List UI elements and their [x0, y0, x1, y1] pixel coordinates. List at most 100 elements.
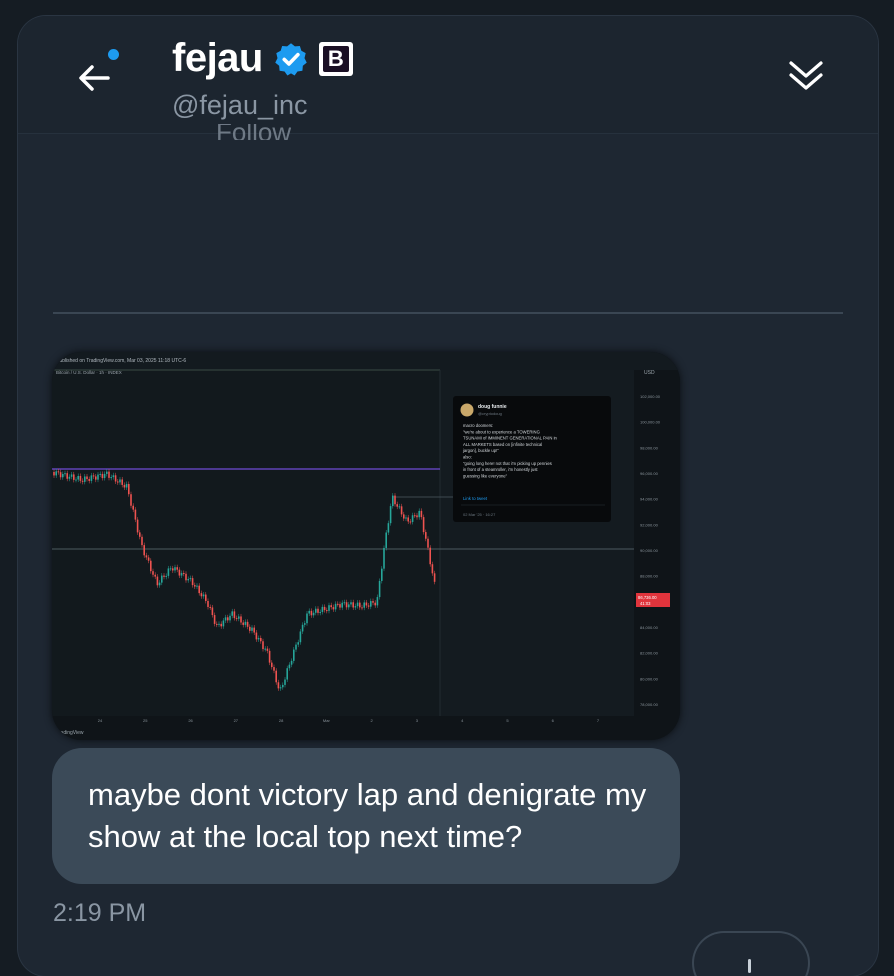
candle-body [396, 504, 398, 507]
candle-body [323, 606, 326, 611]
candle-body [191, 578, 194, 586]
profile-handle[interactable]: @fejau_inc [172, 90, 308, 121]
price-tick-label: 98,000.00 [640, 445, 659, 450]
candle-body [103, 473, 106, 479]
embedded-tweet-line: jargon], buckle up!" [462, 448, 499, 453]
candle-body [297, 642, 299, 645]
candle-body [416, 515, 418, 518]
candle-body [321, 606, 324, 612]
candle-body [381, 568, 383, 581]
double-chevron-down-icon [789, 61, 823, 90]
section-divider [53, 312, 843, 314]
candle-body [156, 576, 159, 586]
embedded-tweet-line: macro doomers: [463, 423, 493, 428]
chart-footer-brand: TradingView [56, 730, 84, 736]
candle-body [279, 687, 282, 689]
fab-icon [748, 959, 751, 973]
candle-body [394, 495, 396, 505]
candle-body [304, 623, 306, 625]
back-button[interactable] [74, 58, 114, 98]
tradingview-chart: Published on TradingView.com, Mar 03, 20… [52, 352, 680, 740]
candle-body [59, 472, 62, 478]
candle-body [139, 532, 141, 537]
candle-body [262, 641, 264, 650]
candle-body [431, 564, 434, 574]
candle-body [405, 517, 407, 519]
candle-body [125, 483, 128, 488]
candle-body [246, 621, 249, 627]
price-tick-label: 102,000.00 [640, 394, 661, 399]
candle-body [211, 607, 214, 616]
candle-body [57, 471, 60, 473]
candle-body [172, 568, 174, 571]
candle-body [378, 580, 381, 598]
candle-body [433, 573, 436, 582]
candle-body [306, 613, 308, 624]
candle-body [361, 607, 363, 609]
candle-body [189, 578, 192, 580]
floating-action-button[interactable] [694, 933, 808, 976]
candle-body [372, 601, 374, 603]
chart-screenshot-attachment[interactable]: Published on TradingView.com, Mar 03, 20… [52, 352, 680, 740]
candle-body [264, 648, 266, 650]
price-tick-label: 94,000.00 [640, 497, 659, 502]
candle-body [354, 606, 357, 608]
candle-body [128, 483, 130, 495]
candle-body [220, 623, 222, 627]
price-tick-label: 88,000.00 [640, 574, 659, 579]
candle-body [293, 649, 295, 661]
embedded-tweet-line: also: [463, 455, 472, 460]
date-tick-label: 25 [143, 718, 148, 723]
candle-body [343, 602, 346, 604]
candle-body [356, 602, 359, 607]
date-tick-label: Mar [323, 718, 331, 723]
candle-body [119, 479, 121, 483]
candle-body [427, 538, 429, 548]
candle-body [429, 547, 431, 565]
candle-body [205, 594, 207, 601]
candle-body [345, 602, 348, 608]
message-bubble[interactable]: maybe dont victory lap and denigrate my … [52, 748, 680, 884]
profile-name-row[interactable]: fejau B [172, 36, 353, 81]
candle-body [185, 573, 187, 581]
candle-body [53, 472, 55, 476]
candle-body [310, 610, 313, 616]
blue-dot-icon [108, 49, 119, 60]
chart-published-line: Published on TradingView.com, Mar 03, 20… [56, 358, 186, 364]
candle-body [180, 573, 183, 576]
candle-body [200, 593, 203, 597]
candle-body [183, 573, 185, 575]
collapse-button[interactable] [786, 56, 826, 96]
embedded-tweet-handle: @cryptodoug [478, 411, 502, 416]
candle-body [409, 521, 412, 523]
candle-body [328, 605, 330, 611]
candle-body [420, 510, 423, 518]
candle-body [86, 476, 88, 480]
candle-body [301, 624, 304, 632]
candle-body [359, 602, 361, 608]
candle-body [273, 667, 275, 671]
profile-name[interactable]: fejau [172, 36, 263, 81]
candle-body [257, 638, 260, 640]
candle-body [84, 476, 86, 482]
candle-body [79, 475, 82, 481]
candle-body [290, 660, 293, 665]
candle-body [374, 602, 376, 606]
affiliate-badge-letter: B [322, 45, 349, 72]
dm-conversation-window: fejau B @fejau_inc Follow Published on T… [18, 16, 878, 976]
date-tick-label: 28 [279, 718, 284, 723]
price-tick-label: 80,000.00 [640, 676, 659, 681]
embedded-tweet-link: Link to tweet [463, 496, 488, 501]
candle-body [158, 582, 161, 586]
candle-body [108, 471, 110, 478]
candle-body [174, 567, 176, 571]
candle-body [229, 615, 231, 621]
candle-body [99, 473, 101, 475]
embedded-tweet-date: 02 Mar '25 · 16:27 [463, 512, 496, 517]
candle-body [315, 608, 317, 613]
candle-body [134, 509, 137, 520]
price-tick-label: 84,000.00 [640, 625, 659, 630]
candle-body [255, 632, 258, 640]
price-tick-label: 92,000.00 [640, 522, 659, 527]
candle-body [341, 602, 343, 608]
